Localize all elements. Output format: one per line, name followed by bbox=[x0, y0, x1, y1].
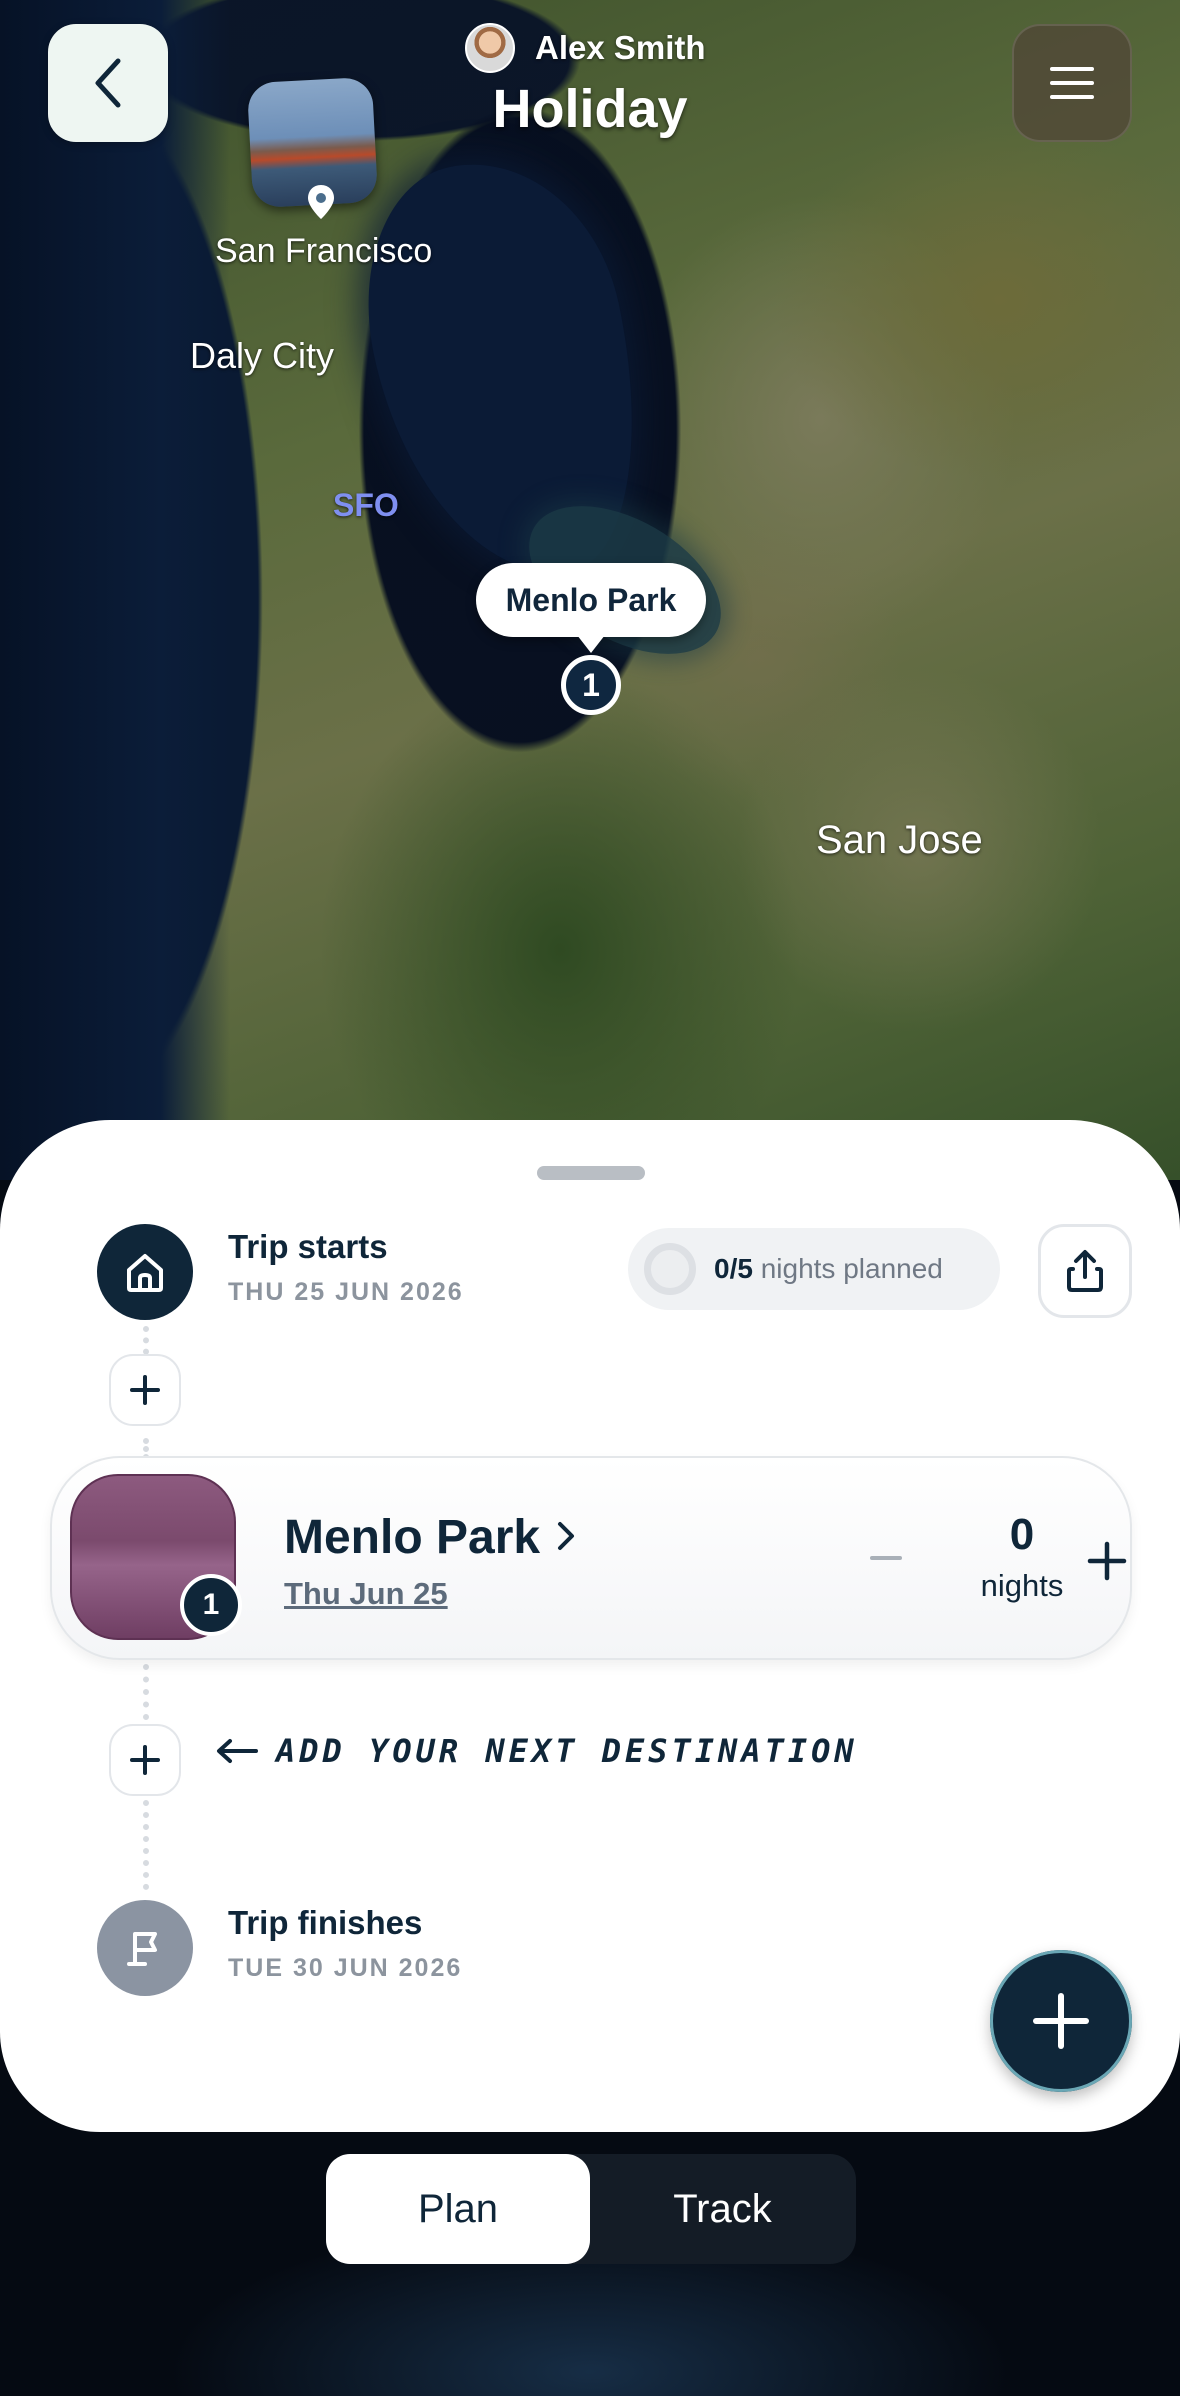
ocean-area bbox=[0, 0, 230, 1180]
decrease-nights-button[interactable] bbox=[856, 1528, 916, 1588]
nights-planned-label: nights planned bbox=[760, 1253, 943, 1284]
tab-track[interactable]: Track bbox=[590, 2154, 855, 2264]
plus-icon bbox=[1087, 1541, 1127, 1581]
user-name: Alex Smith bbox=[535, 29, 706, 66]
trip-finish-marker bbox=[97, 1900, 193, 1996]
trip-start-date: THU 25 JUN 2026 bbox=[228, 1278, 464, 1306]
map-view[interactable]: San Francisco Daly City SFO San Jose Men… bbox=[0, 0, 1180, 1180]
trip-owner: Alex Smith bbox=[465, 22, 706, 74]
menu-button[interactable] bbox=[1012, 24, 1132, 142]
nights-planned-badge[interactable]: 0/5 nights planned bbox=[628, 1228, 1000, 1310]
destination-marker[interactable]: 1 bbox=[561, 655, 621, 715]
add-floating-button[interactable] bbox=[990, 1950, 1132, 2092]
map-label-san-francisco[interactable]: San Francisco bbox=[215, 232, 432, 271]
arrow-left-icon bbox=[217, 1739, 258, 1763]
sheet-drag-handle[interactable] bbox=[537, 1166, 645, 1180]
add-destination-hint: ADD YOUR NEXT DESTINATION bbox=[216, 1732, 858, 1770]
itinerary-sheet: Trip starts THU 25 JUN 2026 0/5 nights p… bbox=[0, 1120, 1180, 2132]
trip-finish-date: TUE 30 JUN 2026 bbox=[228, 1954, 463, 1982]
nights-progress-ring bbox=[644, 1243, 696, 1295]
map-label-sfo: SFO bbox=[333, 487, 399, 523]
trip-start-title: Trip starts bbox=[228, 1228, 388, 1265]
add-destination-button[interactable] bbox=[109, 1724, 181, 1796]
map-label-san-jose: San Jose bbox=[816, 818, 983, 862]
timeline-connector bbox=[143, 1664, 149, 1720]
avatar[interactable] bbox=[465, 23, 515, 73]
plus-icon bbox=[130, 1745, 160, 1775]
flag-icon bbox=[127, 1932, 157, 1966]
destination-date-link[interactable]: Thu Jun 25 bbox=[284, 1576, 448, 1612]
destination-name[interactable]: Menlo Park bbox=[284, 1510, 540, 1565]
home-icon bbox=[127, 1254, 163, 1292]
plus-icon bbox=[130, 1375, 160, 1405]
destination-card[interactable]: 1 Menlo Park Thu Jun 25 0 nights bbox=[50, 1456, 1132, 1660]
map-pin-icon bbox=[308, 185, 334, 219]
nights-planned-text: 0/5 nights planned bbox=[714, 1253, 943, 1285]
trip-start-marker bbox=[97, 1224, 193, 1320]
share-icon bbox=[1067, 1250, 1103, 1292]
plan-track-switcher: Plan Track bbox=[326, 2154, 856, 2264]
nights-planned-count: 0/5 bbox=[714, 1253, 753, 1284]
trip-finish-title: Trip finishes bbox=[228, 1904, 423, 1941]
map-label-daly-city: Daly City bbox=[190, 335, 335, 376]
destination-callout[interactable]: Menlo Park bbox=[476, 563, 706, 653]
share-button[interactable] bbox=[1038, 1224, 1132, 1318]
trip-title[interactable]: Holiday bbox=[0, 78, 1180, 140]
hamburger-menu-icon bbox=[1050, 67, 1094, 99]
tab-plan[interactable]: Plan bbox=[326, 2154, 590, 2264]
chevron-right-icon bbox=[558, 1522, 574, 1550]
plus-icon bbox=[1033, 1993, 1089, 2049]
add-stop-button-top[interactable] bbox=[109, 1354, 181, 1426]
increase-nights-button[interactable] bbox=[1074, 1528, 1140, 1594]
minus-icon bbox=[870, 1556, 902, 1560]
add-destination-hint-text: ADD YOUR NEXT DESTINATION bbox=[276, 1732, 858, 1770]
destination-index-badge: 1 bbox=[180, 1574, 242, 1636]
timeline-connector bbox=[143, 1800, 149, 1890]
